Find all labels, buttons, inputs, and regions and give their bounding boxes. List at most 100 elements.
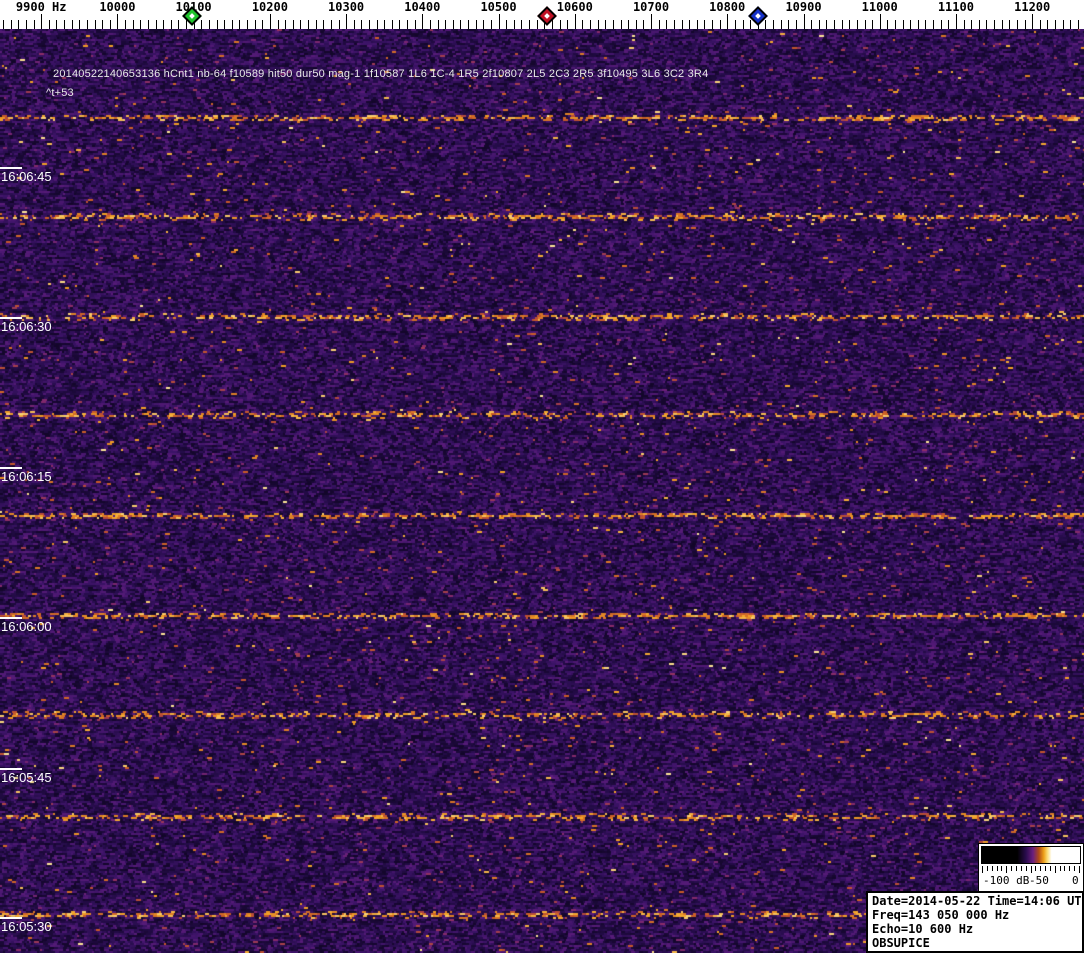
spectrogram-canvas <box>0 0 1084 953</box>
freq-tick <box>780 20 782 29</box>
freq-tick <box>102 20 104 29</box>
freq-tick <box>277 20 279 29</box>
freq-tick <box>818 20 820 29</box>
freq-tick <box>940 20 942 29</box>
freq-tick <box>856 20 858 29</box>
freq-tick <box>1032 14 1034 29</box>
marker-center-dot <box>544 13 551 19</box>
freq-tick <box>582 20 584 29</box>
freq-tick <box>125 20 126 29</box>
colorbar-tick <box>1001 866 1003 871</box>
colorbar-tick <box>1025 866 1027 871</box>
freq-tick <box>742 20 744 29</box>
freq-tick <box>239 20 241 29</box>
time-label: 16:05:30 <box>1 919 52 934</box>
freq-tick <box>704 20 706 29</box>
freq-tick <box>94 20 96 29</box>
freq-tick <box>590 20 591 29</box>
freq-tick <box>795 20 797 29</box>
freq-tick <box>841 20 843 29</box>
freq-tick <box>994 20 995 29</box>
freq-tick <box>338 20 340 29</box>
freq-tick <box>361 20 363 29</box>
freq-tick <box>536 20 538 29</box>
time-label: 16:06:15 <box>1 469 52 484</box>
freq-tick <box>315 20 317 29</box>
freq-tick <box>216 20 218 29</box>
freq-tick <box>529 20 530 29</box>
freq-tick <box>414 20 416 29</box>
freq-tick <box>1062 20 1064 29</box>
colorbar-label: -50 <box>1029 874 1049 887</box>
frequency-ruler: 9900 Hz100001010010200103001040010500106… <box>0 0 1084 29</box>
colorbar-label: 0 <box>1072 874 1079 887</box>
freq-tick <box>788 20 790 29</box>
freq-tick <box>369 20 370 29</box>
freq-tick <box>3 20 4 29</box>
freq-tick <box>269 14 271 29</box>
freq-tick <box>330 20 332 29</box>
freq-tick <box>1047 20 1049 29</box>
observation-info-box: Date=2014-05-22 Time=14:06 UTC Freq=143 0… <box>866 891 1084 953</box>
colorbar-tick <box>1069 866 1071 871</box>
detection-header-line: 20140522140653136 hCnt1 nb-64 f10589 hit… <box>53 68 709 80</box>
freq-label: 10500 <box>480 0 517 14</box>
freq-tick <box>963 20 965 29</box>
freq-tick <box>666 20 668 29</box>
freq-tick <box>353 20 355 29</box>
spectrogram-window: 20140522140653136 hCnt1 nb-64 f10589 hit… <box>0 0 1084 953</box>
freq-tick <box>170 20 172 29</box>
freq-tick <box>247 20 248 29</box>
freq-tick <box>849 20 851 29</box>
info-line: Freq=143 050 000 Hz <box>872 908 1010 922</box>
freq-tick <box>308 20 309 29</box>
freq-tick <box>262 20 264 29</box>
colorbar-tick <box>1054 866 1056 873</box>
freq-tick <box>986 20 988 29</box>
freq-tick <box>71 20 73 29</box>
freq-tick <box>25 20 27 29</box>
time-label: 16:06:30 <box>1 319 52 334</box>
freq-tick <box>208 20 210 29</box>
freq-tick <box>18 20 20 29</box>
red-marker-diamond-icon[interactable] <box>537 6 558 26</box>
freq-label: 11200 <box>1014 0 1051 14</box>
marker-center-dot <box>754 13 761 19</box>
freq-tick <box>468 20 470 29</box>
freq-tick <box>323 20 325 29</box>
freq-tick <box>712 20 713 29</box>
freq-tick <box>635 20 637 29</box>
freq-tick <box>1001 20 1003 29</box>
freq-label: 10000 <box>99 0 136 14</box>
freq-tick <box>10 20 12 29</box>
freq-tick <box>201 20 203 29</box>
freq-tick <box>559 20 561 29</box>
freq-label: 11000 <box>861 0 898 14</box>
freq-tick <box>285 20 287 29</box>
freq-tick <box>1077 20 1079 29</box>
colorbar-tick <box>1035 866 1037 871</box>
colorbar-tick <box>1045 866 1046 871</box>
freq-tick <box>834 20 835 29</box>
freq-tick <box>887 20 889 29</box>
freq-tick <box>452 20 454 29</box>
freq-tick <box>178 20 180 29</box>
colorbar-gradient <box>981 846 1081 864</box>
freq-tick <box>64 20 65 29</box>
freq-tick <box>574 14 576 29</box>
freq-tick <box>933 20 935 29</box>
time-label: 16:05:45 <box>1 770 52 785</box>
freq-label: 10400 <box>404 0 441 14</box>
freq-tick <box>140 20 142 29</box>
info-line: OBSUPICE <box>872 936 930 950</box>
colorbar-tick <box>1011 866 1013 871</box>
freq-tick <box>1039 20 1041 29</box>
freq-tick <box>879 14 881 29</box>
freq-tick <box>422 14 424 29</box>
freq-tick <box>155 20 157 29</box>
freq-tick <box>254 20 256 29</box>
freq-tick <box>620 20 622 29</box>
freq-tick <box>384 20 386 29</box>
colorbar-tick <box>1074 866 1076 871</box>
freq-tick <box>490 20 492 29</box>
